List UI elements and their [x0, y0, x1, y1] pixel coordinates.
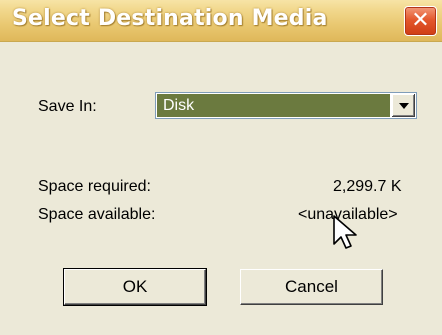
space-available-label: Space available: — [38, 206, 156, 223]
save-in-selected-value[interactable]: Disk — [157, 94, 390, 117]
dialog-title: Select Destination Media — [12, 6, 328, 31]
close-icon: ✕ — [411, 8, 430, 33]
save-in-select[interactable]: Disk — [155, 92, 417, 119]
mouse-pointer-icon — [333, 215, 357, 249]
ok-button[interactable]: OK — [63, 268, 207, 306]
chevron-down-icon[interactable] — [391, 94, 415, 117]
space-required-label: Space required: — [38, 178, 151, 195]
space-required-value: 2,299.7 K — [333, 178, 402, 195]
title-bar[interactable]: Select Destination Media ✕ — [0, 0, 442, 42]
select-destination-media-dialog: Select Destination Media ✕ Save In: Disk… — [0, 0, 442, 335]
close-button[interactable]: ✕ — [404, 6, 437, 36]
cancel-button[interactable]: Cancel — [240, 269, 383, 305]
dialog-content: Save In: Disk Space required: 2,299.7 K … — [0, 42, 442, 335]
save-in-label: Save In: — [38, 98, 97, 115]
